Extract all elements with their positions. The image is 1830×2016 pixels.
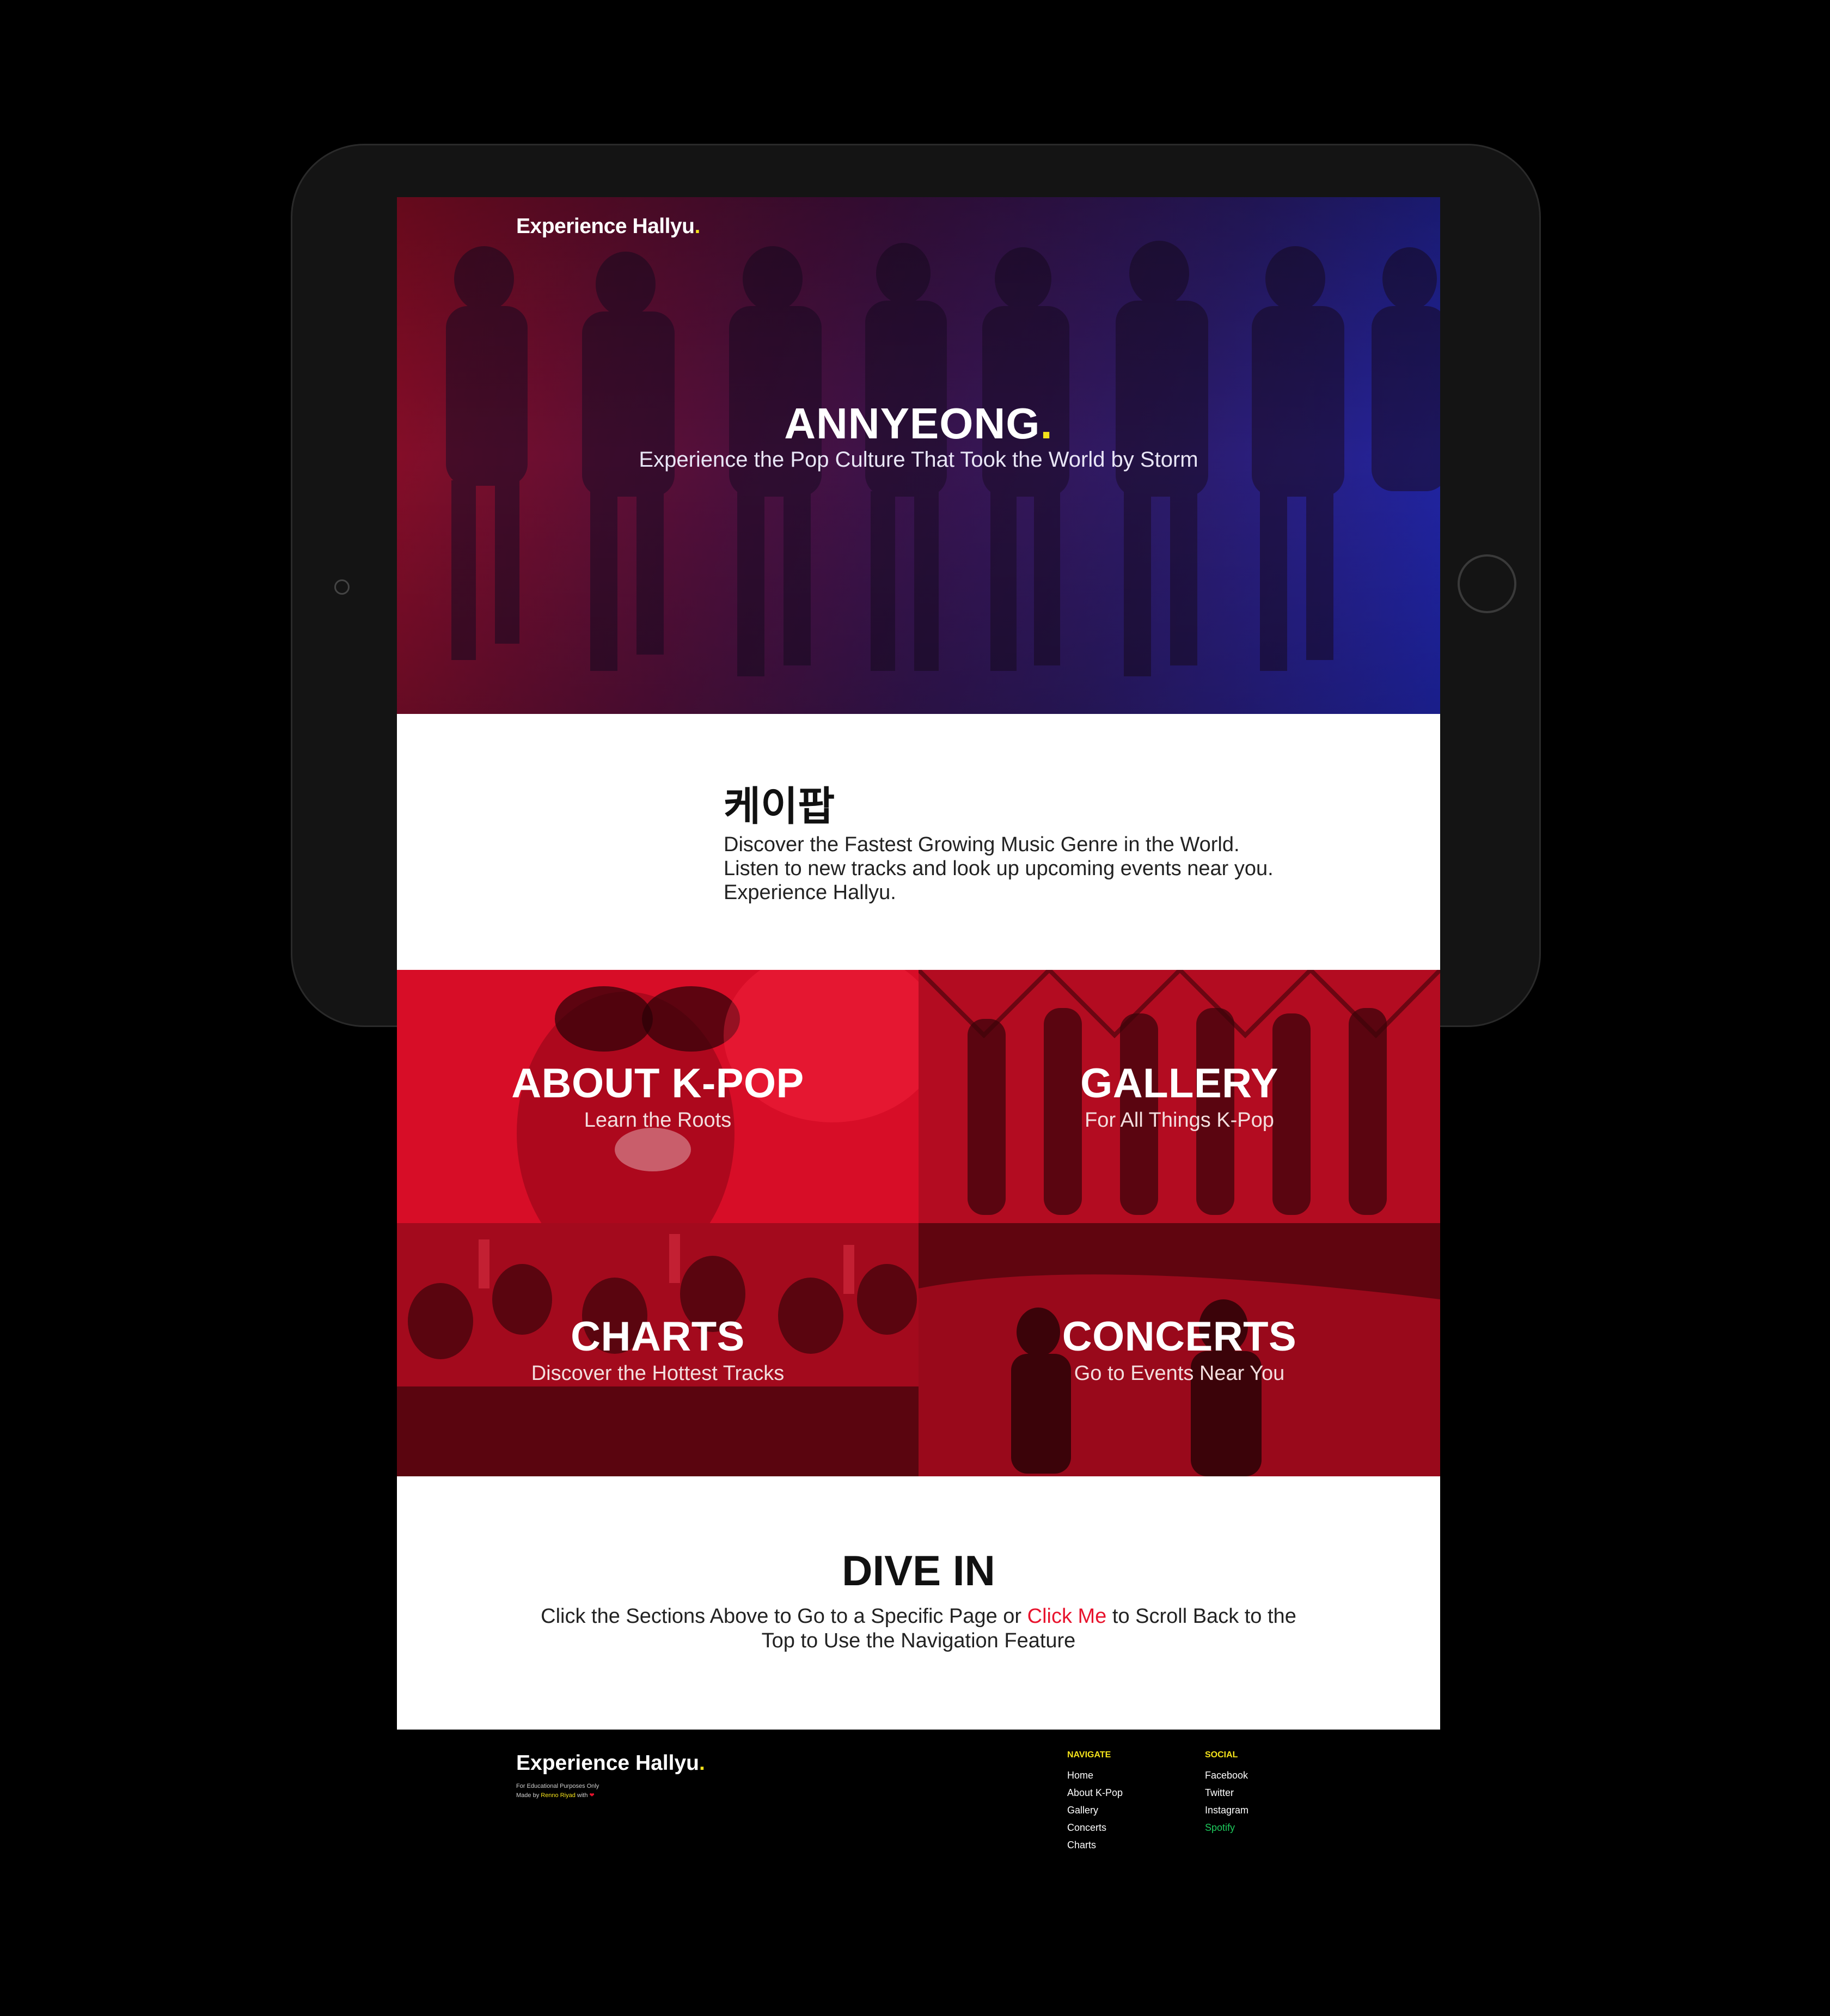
tile-concerts[interactable]: CONCERTS Go to Events Near You — [919, 1223, 1440, 1476]
footer-link-home[interactable]: Home — [1067, 1767, 1123, 1784]
tile-title: ABOUT K-POP — [511, 1060, 804, 1107]
section-tiles: ABOUT K-POP Learn the Roots GALLERY For … — [397, 970, 1440, 1476]
footer-navigate: NAVIGATE Home About K-Pop Gallery Concer… — [1067, 1750, 1123, 1854]
credit-author[interactable]: Renno Riyad — [541, 1792, 576, 1799]
credit-suffix: with — [575, 1792, 590, 1799]
tile-subtitle: Discover the Hottest Tracks — [531, 1362, 785, 1385]
footer-link-charts[interactable]: Charts — [1067, 1836, 1123, 1854]
tile-subtitle: Go to Events Near You — [1074, 1362, 1285, 1385]
intro-line: Listen to new tracks and look up upcomin… — [724, 857, 1274, 880]
hero-title: ANNYEONG. — [397, 399, 1440, 449]
footer-logo-text: Experience Hallyu — [516, 1751, 699, 1775]
camera-icon — [334, 579, 350, 595]
tile-subtitle: Learn the Roots — [584, 1109, 732, 1132]
heart-icon: ❤ — [589, 1792, 595, 1799]
footer: Experience Hallyu. For Educational Purpo… — [397, 1730, 1440, 1866]
footer-credit: Made by Renno Riyad with ❤ — [516, 1792, 595, 1799]
dive-in-section: DIVE IN Click the Sections Above to Go t… — [397, 1476, 1440, 1730]
hero-title-text: ANNYEONG — [784, 399, 1041, 448]
web-page: Experience Hallyu. ANNYEONG. Experience … — [397, 197, 1440, 1866]
scroll-top-link[interactable]: Click Me — [1027, 1605, 1107, 1628]
credit-prefix: Made by — [516, 1792, 541, 1799]
footer-logo[interactable]: Experience Hallyu. — [516, 1751, 705, 1775]
footer-link-concerts[interactable]: Concerts — [1067, 1819, 1123, 1836]
intro-description: Discover the Fastest Growing Music Genre… — [724, 833, 1350, 905]
tile-charts[interactable]: CHARTS Discover the Hottest Tracks — [397, 1223, 919, 1476]
navigate-heading: NAVIGATE — [1067, 1750, 1111, 1760]
footer-link-spotify[interactable]: Spotify — [1205, 1819, 1248, 1836]
footer-logo-dot: . — [699, 1751, 705, 1775]
tile-gallery[interactable]: GALLERY For All Things K-Pop — [919, 970, 1440, 1223]
footer-link-gallery[interactable]: Gallery — [1067, 1801, 1123, 1819]
intro-line: Experience Hallyu. — [724, 881, 896, 904]
footer-link-twitter[interactable]: Twitter — [1205, 1784, 1248, 1801]
intro-section: 케이팝 Discover the Fastest Growing Music G… — [397, 714, 1440, 970]
footer-social: SOCIAL Facebook Twitter Instagram Spotif… — [1205, 1750, 1248, 1836]
hero-subtitle: Experience the Pop Culture That Took the… — [639, 448, 1198, 472]
tile-about-kpop[interactable]: ABOUT K-POP Learn the Roots — [397, 970, 919, 1223]
tile-title: CHARTS — [571, 1314, 745, 1360]
intro-heading: 케이팝 — [724, 783, 835, 830]
dive-in-title: DIVE IN — [842, 1547, 995, 1595]
home-button[interactable] — [1458, 554, 1516, 613]
screen: Experience Hallyu. ANNYEONG. Experience … — [0, 0, 1830, 2016]
hero-section: Experience Hallyu. ANNYEONG. Experience … — [397, 197, 1440, 714]
footer-note: For Educational Purposes Only — [516, 1783, 599, 1789]
social-heading: SOCIAL — [1205, 1750, 1238, 1760]
logo-text: Experience Hallyu — [516, 215, 695, 238]
footer-link-instagram[interactable]: Instagram — [1205, 1801, 1248, 1819]
intro-line: Discover the Fastest Growing Music Genre… — [724, 833, 1240, 856]
logo-dot: . — [694, 215, 701, 238]
site-logo[interactable]: Experience Hallyu. — [516, 215, 700, 239]
footer-link-facebook[interactable]: Facebook — [1205, 1767, 1248, 1784]
dive-in-text: Click the Sections Above to Go to a Spec… — [528, 1604, 1309, 1653]
tile-title: CONCERTS — [1062, 1314, 1297, 1360]
hero-title-dot: . — [1040, 399, 1053, 448]
dive-in-text-part: Click the Sections Above to Go to a Spec… — [541, 1605, 1027, 1628]
tile-subtitle: For All Things K-Pop — [1085, 1109, 1274, 1132]
footer-link-about-kpop[interactable]: About K-Pop — [1067, 1784, 1123, 1801]
tile-title: GALLERY — [1080, 1060, 1278, 1107]
